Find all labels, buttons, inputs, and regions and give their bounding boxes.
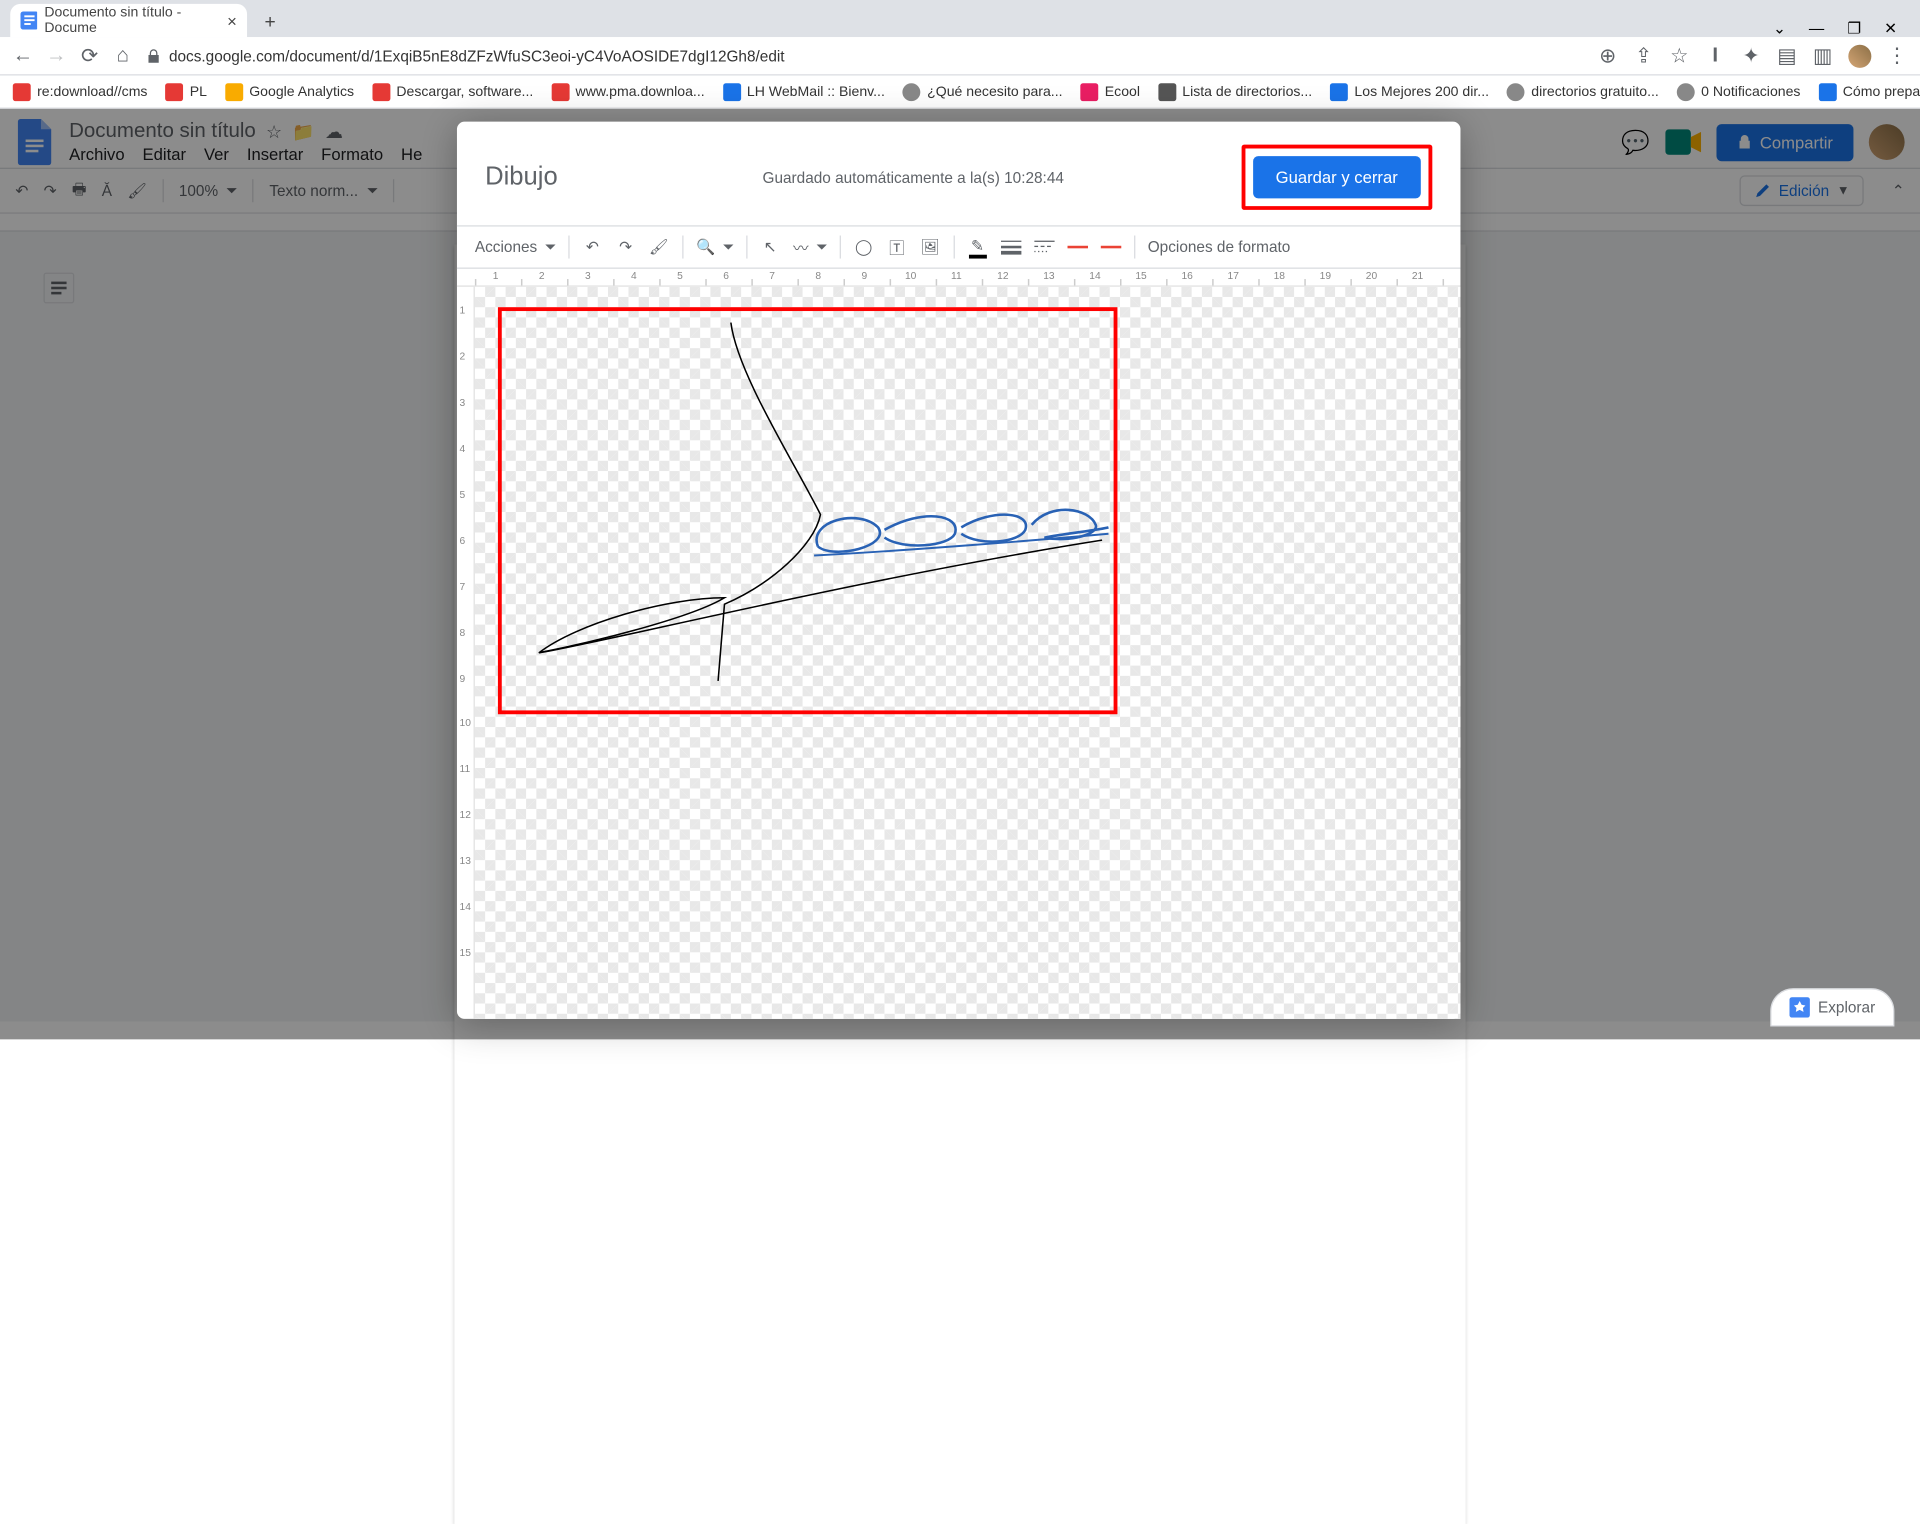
save-close-highlight: Guardar y cerrar <box>1241 145 1432 210</box>
drawing-modal: Dibujo Guardado automáticamente a la(s) … <box>457 122 1461 1019</box>
image-tool-icon[interactable]: 🖼 <box>920 237 940 257</box>
drawing-ruler-horizontal: 123456789101112131415161718192021 <box>457 269 1461 287</box>
save-and-close-button[interactable]: Guardar y cerrar <box>1253 156 1421 198</box>
tab-title: Documento sin título - Docume <box>44 5 219 36</box>
home-icon[interactable]: ⌂ <box>113 45 133 65</box>
bookmark-item[interactable]: PL <box>165 83 207 101</box>
bookmark-item[interactable]: 0 Notificaciones <box>1677 83 1801 101</box>
back-icon[interactable]: ← <box>13 45 33 65</box>
star-icon[interactable]: ☆ <box>1669 45 1689 65</box>
new-tab-button[interactable]: + <box>257 9 283 35</box>
bookmark-item[interactable]: Descargar, software... <box>372 83 533 101</box>
bookmarks-bar: re:download//cms PL Google Analytics Des… <box>0 76 1920 109</box>
share-url-icon[interactable]: ⇪ <box>1633 45 1653 65</box>
line-dash-icon[interactable] <box>1034 237 1054 257</box>
drawing-ruler-vertical: 123456789101112131415 <box>457 287 475 1019</box>
maximize-icon[interactable]: ❐ <box>1847 19 1861 37</box>
format-options-button[interactable]: Opciones de formato <box>1148 238 1291 256</box>
menu-icon[interactable]: ⋮ <box>1887 45 1907 65</box>
close-window-icon[interactable]: ✕ <box>1884 19 1897 37</box>
window-controls: ⌄ — ❐ ✕ <box>1773 19 1910 37</box>
line-end-icon[interactable] <box>1100 237 1120 257</box>
bookmark-item[interactable]: Google Analytics <box>225 83 354 101</box>
bookmark-item[interactable]: ¿Qué necesito para... <box>903 83 1063 101</box>
bookmark-item[interactable]: directorios gratuito... <box>1507 83 1659 101</box>
bookmark-item[interactable]: www.pma.downloa... <box>551 83 704 101</box>
url-field[interactable]: docs.google.com/document/d/1ExqiB5nE8dZF… <box>146 47 785 65</box>
drawing-toolbar: Acciones ↶ ↷ 🖌 🔍 ↖ 〰 ◯ 🅃 🖼 ✎ <box>457 225 1461 269</box>
close-tab-icon[interactable]: × <box>227 11 237 30</box>
explore-button[interactable]: Explorar <box>1771 988 1895 1026</box>
extensions-icon[interactable]: ✦ <box>1741 45 1761 65</box>
chevron-down-icon[interactable]: ⌄ <box>1773 19 1786 37</box>
reader-icon[interactable]: ▥ <box>1812 45 1832 65</box>
minimize-icon[interactable]: — <box>1809 19 1824 37</box>
bookmark-item[interactable]: Los Mejores 200 dir... <box>1330 83 1489 101</box>
zoom-icon[interactable]: ⊕ <box>1597 45 1617 65</box>
forward-icon[interactable]: → <box>46 45 66 65</box>
lock-icon <box>146 48 161 63</box>
actions-dropdown[interactable]: Acciones <box>475 238 555 256</box>
line-color-icon[interactable]: ✎ <box>967 237 987 257</box>
bookmark-item[interactable]: Ecool <box>1080 83 1140 101</box>
paint-format-icon[interactable]: 🖌 <box>649 237 669 257</box>
select-tool-icon[interactable]: ↖ <box>760 237 780 257</box>
signature-drawing[interactable] <box>500 310 1114 712</box>
line-start-icon[interactable] <box>1067 237 1087 257</box>
bookmark-item[interactable]: Lista de directorios... <box>1158 83 1312 101</box>
autosave-status: Guardado automáticamente a la(s) 10:28:4… <box>763 168 1064 186</box>
profile-avatar[interactable] <box>1848 44 1871 67</box>
modal-title: Dibujo <box>485 163 558 192</box>
textbox-tool-icon[interactable]: 🅃 <box>887 237 907 257</box>
url-text: docs.google.com/document/d/1ExqiB5nE8dZF… <box>169 47 785 65</box>
line-tool-dropdown[interactable]: 〰 <box>793 236 826 258</box>
bookmark-item[interactable]: Cómo preparar tu d... <box>1818 83 1920 101</box>
bookmark-item[interactable]: LH WebMail :: Bienv... <box>723 83 885 101</box>
ext1-icon[interactable]: I <box>1705 45 1725 65</box>
ext2-icon[interactable]: ▤ <box>1777 45 1797 65</box>
browser-tab-strip: Documento sin título - Docume × + ⌄ — ❐ … <box>0 0 1920 37</box>
undo-icon[interactable]: ↶ <box>582 237 602 257</box>
browser-tab[interactable]: Documento sin título - Docume × <box>10 4 247 37</box>
explore-icon <box>1790 997 1810 1017</box>
zoom-tool-dropdown[interactable]: 🔍 <box>696 238 733 256</box>
line-weight-icon[interactable] <box>1001 237 1021 257</box>
shape-tool-icon[interactable]: ◯ <box>853 237 873 257</box>
docs-favicon <box>20 12 36 30</box>
bookmark-item[interactable]: re:download//cms <box>13 83 148 101</box>
reload-icon[interactable]: ⟳ <box>79 45 99 65</box>
drawing-canvas[interactable] <box>475 287 1461 1019</box>
address-bar: ← → ⟳ ⌂ docs.google.com/document/d/1Exqi… <box>0 37 1920 75</box>
redo-icon[interactable]: ↷ <box>615 237 635 257</box>
